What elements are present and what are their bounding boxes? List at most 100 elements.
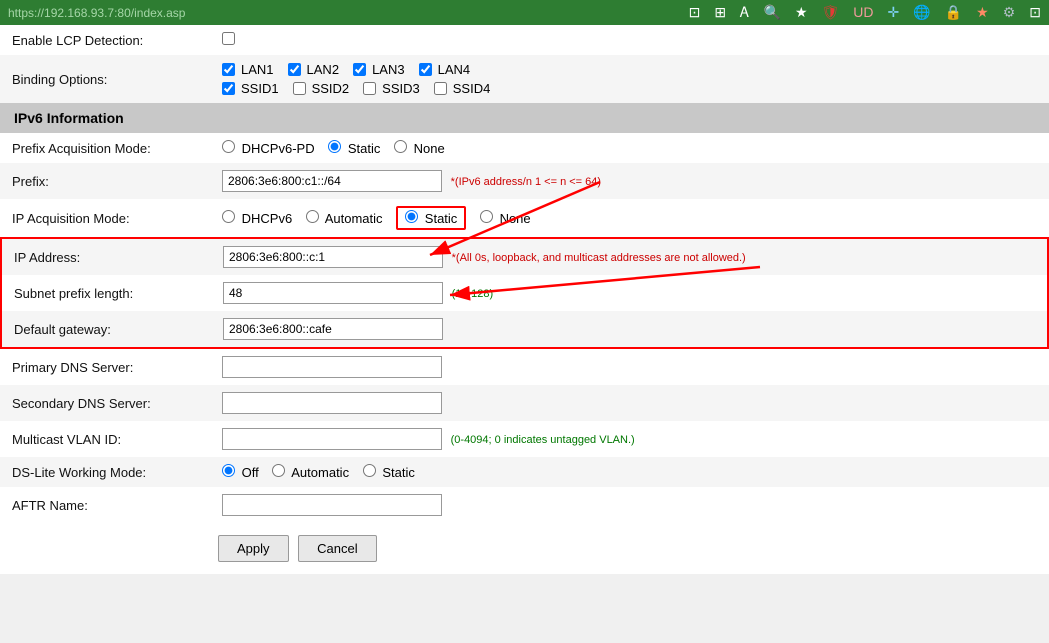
ds-lite-static-radio[interactable] (363, 464, 376, 477)
remaining-fields: Primary DNS Server: Secondary DNS Server… (0, 349, 1049, 574)
ip-address-value: *(All 0s, loopback, and multicast addres… (211, 238, 1048, 275)
prefix-dhcp-radio[interactable] (222, 140, 235, 153)
apply-button[interactable]: Apply (218, 535, 289, 562)
ip-address-hint: *(All 0s, loopback, and multicast addres… (452, 252, 746, 264)
ip-acq-static-label[interactable]: Static (405, 211, 457, 226)
prefix-label: Prefix: (0, 163, 210, 199)
secondary-dns-value (210, 385, 1049, 421)
binding-options-label: Binding Options: (0, 55, 210, 103)
prefix-input[interactable] (222, 170, 442, 192)
ip-acq-none-radio[interactable] (480, 210, 493, 223)
icon-10[interactable]: 🔒 (945, 4, 962, 21)
ssid3-label[interactable]: SSID3 (363, 81, 420, 96)
prefix-mode-row: Prefix Acquisition Mode: DHCPv6-PD Stati… (0, 133, 1049, 163)
buttons-value: Apply Cancel (210, 523, 1049, 574)
ds-lite-static-text: Static (382, 465, 415, 480)
primary-dns-row: Primary DNS Server: (0, 349, 1049, 385)
lan1-text: LAN1 (241, 62, 274, 77)
ip-acq-row: IP Acquisition Mode: DHCPv6 Automatic (0, 199, 1049, 237)
ds-lite-off-radio[interactable] (222, 464, 235, 477)
icon-2[interactable]: ⊞ (714, 4, 726, 21)
icon-11[interactable]: ★ (976, 4, 989, 21)
prefix-none-label[interactable]: None (394, 141, 445, 156)
prefix-dhcp-label[interactable]: DHCPv6-PD (222, 141, 318, 156)
ipv6-section-title: IPv6 Information (0, 103, 1049, 133)
ip-acq-dhcp-label[interactable]: DHCPv6 (222, 211, 296, 226)
ds-lite-auto-radio[interactable] (272, 464, 285, 477)
ssid2-checkbox[interactable] (293, 82, 306, 95)
prefix-hint: *(IPv6 address/n 1 <= n <= 64) (451, 176, 601, 188)
ip-acq-static-text: Static (425, 211, 458, 226)
lan1-label[interactable]: LAN1 (222, 62, 274, 77)
lan1-checkbox[interactable] (222, 63, 235, 76)
browser-icons: ⊡ ⊞ Ꭺ 🔍 ★ 🛡 UD ✛ 🌐 🔒 ★ ⚙ ⊡ (689, 4, 1041, 21)
secondary-dns-row: Secondary DNS Server: (0, 385, 1049, 421)
ip-acq-value: DHCPv6 Automatic Static (210, 199, 1049, 237)
icon-8[interactable]: ✛ (888, 4, 900, 21)
ip-address-input[interactable] (223, 246, 443, 268)
lan-checkbox-group: LAN1 LAN2 LAN3 (222, 62, 1037, 77)
primary-dns-label: Primary DNS Server: (0, 349, 210, 385)
primary-dns-input[interactable] (222, 356, 442, 378)
ssid1-checkbox[interactable] (222, 82, 235, 95)
ds-lite-value: Off Automatic Static (210, 457, 1049, 487)
prefix-row: Prefix: *(IPv6 address/n 1 <= n <= 64) (0, 163, 1049, 199)
icon-12[interactable]: ⚙ (1003, 4, 1016, 21)
multicast-vlan-row: Multicast VLAN ID: (0-4094; 0 indicates … (0, 421, 1049, 457)
enable-lcp-row: Enable LCP Detection: (0, 25, 1049, 55)
ds-lite-static-label[interactable]: Static (363, 465, 415, 480)
ip-details-table: IP Address: *(All 0s, loopback, and mult… (0, 237, 1049, 349)
gateway-input[interactable] (223, 318, 443, 340)
ipv6-section-header: IPv6 Information (0, 103, 1049, 133)
icon-9[interactable]: 🌐 (913, 4, 930, 21)
ds-lite-off-text: Off (242, 465, 259, 480)
secondary-dns-input[interactable] (222, 392, 442, 414)
ip-acq-none-label[interactable]: None (480, 211, 531, 226)
lan2-text: LAN2 (307, 62, 340, 77)
icon-13[interactable]: ⊡ (1029, 4, 1041, 21)
subnet-input[interactable] (223, 282, 443, 304)
icon-7[interactable]: UD (853, 4, 873, 21)
ip-acq-static-radio[interactable] (405, 210, 418, 223)
prefix-static-radio[interactable] (328, 140, 341, 153)
browser-bar: https://192.168.93.7:80/index.asp ⊡ ⊞ Ꭺ … (0, 0, 1049, 25)
aftr-label: AFTR Name: (0, 487, 210, 523)
ssid2-label[interactable]: SSID2 (293, 81, 350, 96)
ssid1-label[interactable]: SSID1 (222, 81, 279, 96)
lan2-label[interactable]: LAN2 (288, 62, 340, 77)
subnet-hint: (10-128) (452, 288, 494, 300)
icon-6[interactable]: 🛡 (822, 4, 840, 21)
prefix-static-label[interactable]: Static (328, 141, 384, 156)
icon-4[interactable]: 🔍 (764, 4, 781, 21)
ssid4-checkbox[interactable] (434, 82, 447, 95)
enable-lcp-checkbox[interactable] (222, 32, 235, 45)
ip-acq-dhcp-radio[interactable] (222, 210, 235, 223)
secondary-dns-label: Secondary DNS Server: (0, 385, 210, 421)
icon-1[interactable]: ⊡ (689, 4, 701, 21)
ip-acq-auto-label[interactable]: Automatic (306, 211, 386, 226)
url-display: https://192.168.93.7:80/index.asp (8, 6, 185, 20)
main-content: Enable LCP Detection: Binding Options: L… (0, 25, 1049, 574)
lan3-label[interactable]: LAN3 (353, 62, 405, 77)
ds-lite-auto-label[interactable]: Automatic (272, 465, 352, 480)
ip-acq-auto-radio[interactable] (306, 210, 319, 223)
aftr-input[interactable] (222, 494, 442, 516)
ip-acq-dhcp-text: DHCPv6 (242, 211, 293, 226)
lan4-label[interactable]: LAN4 (419, 62, 471, 77)
cancel-button[interactable]: Cancel (298, 535, 376, 562)
lan3-checkbox[interactable] (353, 63, 366, 76)
multicast-vlan-input[interactable] (222, 428, 442, 450)
lan4-checkbox[interactable] (419, 63, 432, 76)
aftr-row: AFTR Name: (0, 487, 1049, 523)
ip-acq-label: IP Acquisition Mode: (0, 199, 210, 237)
ssid3-checkbox[interactable] (363, 82, 376, 95)
buttons-label-spacer (0, 523, 210, 574)
icon-3[interactable]: Ꭺ (740, 4, 749, 21)
ssid4-label[interactable]: SSID4 (434, 81, 491, 96)
ds-lite-off-label[interactable]: Off (222, 465, 262, 480)
ip-acq-auto-text: Automatic (325, 211, 383, 226)
binding-options-row: Binding Options: LAN1 LAN2 (0, 55, 1049, 103)
prefix-none-radio[interactable] (394, 140, 407, 153)
icon-5[interactable]: ★ (795, 4, 808, 21)
lan2-checkbox[interactable] (288, 63, 301, 76)
